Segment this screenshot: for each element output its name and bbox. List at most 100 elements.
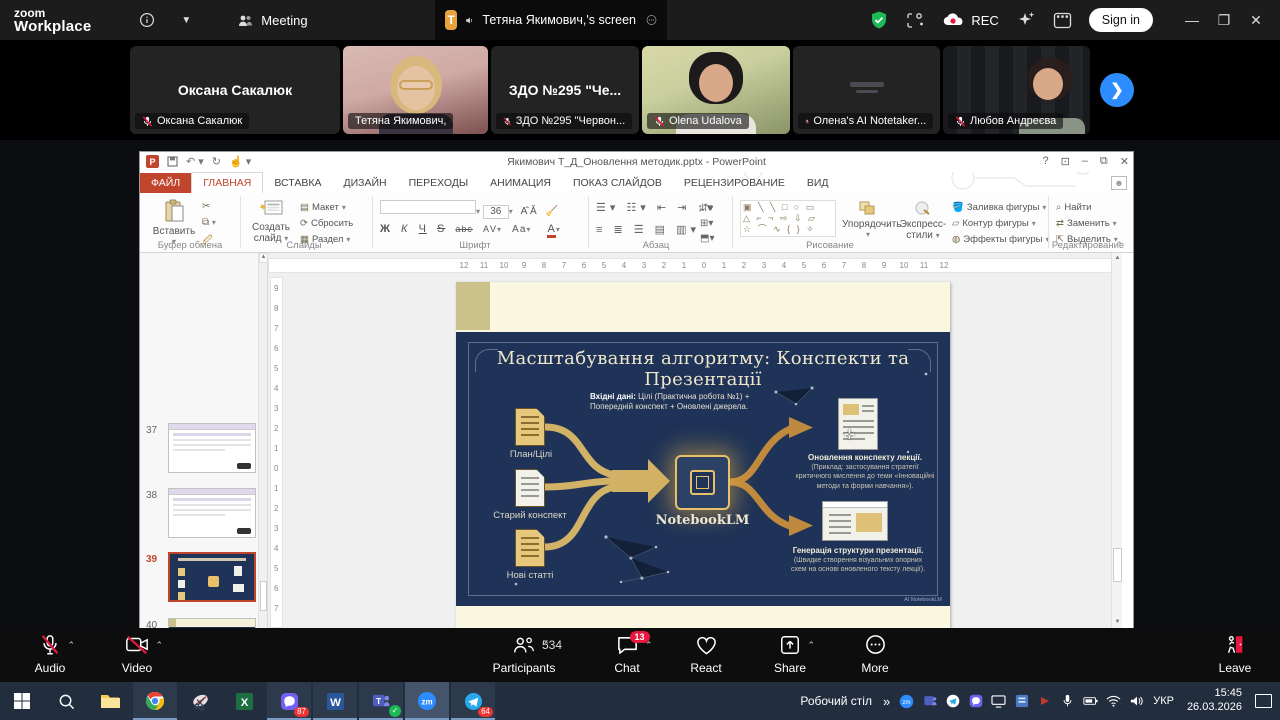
taskbar-excel-icon[interactable]: X: [222, 682, 266, 720]
paragraph-row2[interactable]: ≡ ≣ ☰ ▤ ▥▾: [596, 223, 700, 236]
scroll-up-icon[interactable]: ▲: [1112, 253, 1123, 264]
recording-indicator[interactable]: REC: [942, 12, 998, 28]
slide-canvas[interactable]: Масштабування алгоритму: Конспекти та Пр…: [456, 282, 950, 628]
chat-button[interactable]: 13⌃Chat: [589, 634, 665, 675]
ppt-ribbon-options-icon[interactable]: ⊡: [1061, 155, 1070, 168]
find-button[interactable]: ⌕Найти: [1056, 202, 1091, 213]
apps-icon[interactable]: [1053, 12, 1072, 29]
slide-thumbnail-37[interactable]: [168, 423, 256, 473]
taskbar-telegram-icon[interactable]: 64: [451, 682, 495, 720]
action-center-icon[interactable]: [1255, 694, 1272, 708]
taskbar-start-icon[interactable]: [0, 682, 44, 720]
ppt-tab-анимация[interactable]: АНИМАЦИЯ: [479, 173, 562, 193]
scroll-up-icon[interactable]: ▲: [259, 253, 268, 263]
layout-button[interactable]: ▤Макет▾: [300, 202, 346, 213]
change-case-button[interactable]: Аа: [512, 224, 526, 235]
clock[interactable]: 15:45 26.03.2026: [1187, 687, 1242, 715]
font-size-select[interactable]: 36: [483, 205, 509, 219]
tray-monitor-icon[interactable]: [991, 694, 1006, 709]
ppt-tab-рецензирование[interactable]: РЕЦЕНЗИРОВАНИЕ: [673, 173, 796, 193]
taskbar-search-icon[interactable]: [44, 682, 88, 720]
chevron-up-icon[interactable]: ⌃: [155, 640, 163, 651]
close-button[interactable]: ✕: [1242, 12, 1270, 29]
chevron-up-icon[interactable]: ⌃: [807, 640, 815, 651]
video-tile[interactable]: Тетяна Якимович,: [343, 46, 488, 134]
ppt-tab-главная[interactable]: ГЛАВНАЯ: [191, 172, 263, 193]
taskbar-viber-icon[interactable]: 87: [267, 682, 311, 720]
strikethrough-button[interactable]: S: [437, 223, 445, 235]
ppt-close-button[interactable]: ✕: [1120, 155, 1129, 168]
info-icon[interactable]: [139, 12, 155, 28]
thumbnails-scrollbar[interactable]: ▲: [258, 253, 267, 628]
tray-telegram-icon[interactable]: [945, 694, 960, 709]
shrink-font-icon[interactable]: А̌: [530, 206, 537, 217]
abc-strike-button[interactable]: abc: [455, 224, 473, 234]
desktop-toolbar-label[interactable]: Робочий стіл: [800, 694, 872, 708]
vertical-scrollbar[interactable]: ▲ ▼: [1111, 253, 1122, 628]
chevron-up-icon[interactable]: ⌃: [542, 640, 550, 651]
tray-zoom-icon[interactable]: zm: [899, 694, 914, 709]
paragraph-row1[interactable]: ☰▾ ☷▾ ⇤ ⇥ ↕▾: [596, 201, 716, 214]
quick-styles-button[interactable]: Экспресс-стили ▾: [898, 200, 948, 241]
maximize-button[interactable]: ❐: [1210, 12, 1238, 29]
collapse-ribbon-icon[interactable]: ⌃: [1115, 240, 1123, 251]
replace-button[interactable]: ⇄Заменить▾: [1056, 218, 1117, 229]
participants-button[interactable]: 534⌃Participants: [486, 634, 562, 675]
scroll-down-icon[interactable]: ▼: [1112, 617, 1123, 628]
bold-button[interactable]: Ж: [380, 223, 391, 235]
video-button[interactable]: ⌃Video: [99, 634, 175, 675]
tray-overflow-chevron[interactable]: »: [883, 694, 890, 709]
slide-thumbnail-38[interactable]: [168, 488, 256, 538]
ppt-tab-файл[interactable]: ФАЙЛ: [140, 173, 191, 193]
reset-button[interactable]: ⟳Сбросить: [300, 218, 353, 229]
copy-icon[interactable]: ⧉ ▾: [202, 217, 216, 228]
ai-companion-icon[interactable]: [1016, 10, 1036, 30]
audio-button[interactable]: ⌃Audio: [12, 634, 88, 675]
taskbar-chrome-icon[interactable]: [133, 682, 177, 720]
font-color-button[interactable]: А: [547, 223, 555, 238]
new-slide-button[interactable]: Создатьслайд ▾: [248, 199, 294, 244]
ppt-tab-вид[interactable]: ВИД: [796, 173, 840, 193]
tab-meeting[interactable]: Meeting: [237, 13, 307, 28]
more-button[interactable]: More: [837, 634, 913, 675]
taskbar-teams-icon[interactable]: T✓: [359, 682, 403, 720]
font-name-select[interactable]: ▾ 36▾ А̂ А̌ 🧹: [380, 200, 558, 219]
video-tile[interactable]: Оксана СакалюкОксана Сакалюк: [130, 46, 340, 134]
clear-format-icon[interactable]: 🧹: [546, 206, 558, 217]
video-tile[interactable]: Любов Андреєва: [943, 46, 1090, 134]
ppt-tab-вставка[interactable]: ВСТАВКА: [263, 173, 332, 193]
ppt-account-icon[interactable]: ☻: [1111, 176, 1127, 190]
italic-button[interactable]: К: [401, 223, 408, 235]
chevron-up-icon[interactable]: ⌃: [67, 640, 75, 651]
shape-fill-button[interactable]: 🪣Заливка фигуры▾: [952, 202, 1046, 213]
taskbar-word-icon[interactable]: W: [313, 682, 357, 720]
paste-button[interactable]: Вставить▾: [150, 199, 198, 246]
tray-app-icon[interactable]: [1014, 694, 1029, 709]
ppt-tab-показ слайдов[interactable]: ПОКАЗ СЛАЙДОВ: [562, 173, 673, 193]
tray-wifi-icon[interactable]: [1106, 694, 1121, 709]
char-spacing-button[interactable]: АV: [483, 224, 497, 234]
ppt-tab-дизайн[interactable]: ДИЗАЙН: [332, 173, 397, 193]
tray-battery-icon[interactable]: [1083, 694, 1098, 709]
slide-thumbnail-39[interactable]: [168, 552, 256, 602]
ppt-tab-переходы[interactable]: ПЕРЕХОДЫ: [398, 173, 480, 193]
shape-effects-button[interactable]: ◍Эффекты фигуры▾: [952, 234, 1049, 245]
tab-shared-screen[interactable]: T Тетяна Якимович,'s screen: [435, 0, 667, 40]
minimize-button[interactable]: —: [1178, 12, 1206, 29]
ppt-minimize-button[interactable]: –: [1082, 155, 1088, 168]
react-button[interactable]: React: [668, 634, 744, 675]
video-tile[interactable]: Олена's AI Notetaker...: [793, 46, 940, 134]
ppt-help-icon[interactable]: ?: [1042, 155, 1048, 168]
tray-arrow-icon[interactable]: [1037, 694, 1052, 709]
tray-teams-icon[interactable]: [922, 694, 937, 709]
taskbar-snip-icon[interactable]: [178, 682, 222, 720]
arrange-button[interactable]: Упорядочить▾: [842, 200, 894, 239]
tray-volume-icon[interactable]: [1129, 694, 1144, 709]
language-indicator[interactable]: УКР: [1153, 695, 1174, 707]
taskbar-explorer-icon[interactable]: [88, 682, 132, 720]
chevron-down-icon[interactable]: ▼: [181, 15, 191, 26]
next-participants-button[interactable]: ❯: [1100, 73, 1134, 107]
video-tile[interactable]: ЗДО №295 "Че...ЗДО №295 "Червон...: [491, 46, 639, 134]
video-tile[interactable]: Olena Udalova: [642, 46, 790, 134]
shapes-gallery[interactable]: ▣ ╲ ╲ □ ○ ▭ △ ⌐ ¬ ⇨ ⇩ ▱ ☆ ⌒ ∿ { } ✧: [740, 200, 836, 237]
